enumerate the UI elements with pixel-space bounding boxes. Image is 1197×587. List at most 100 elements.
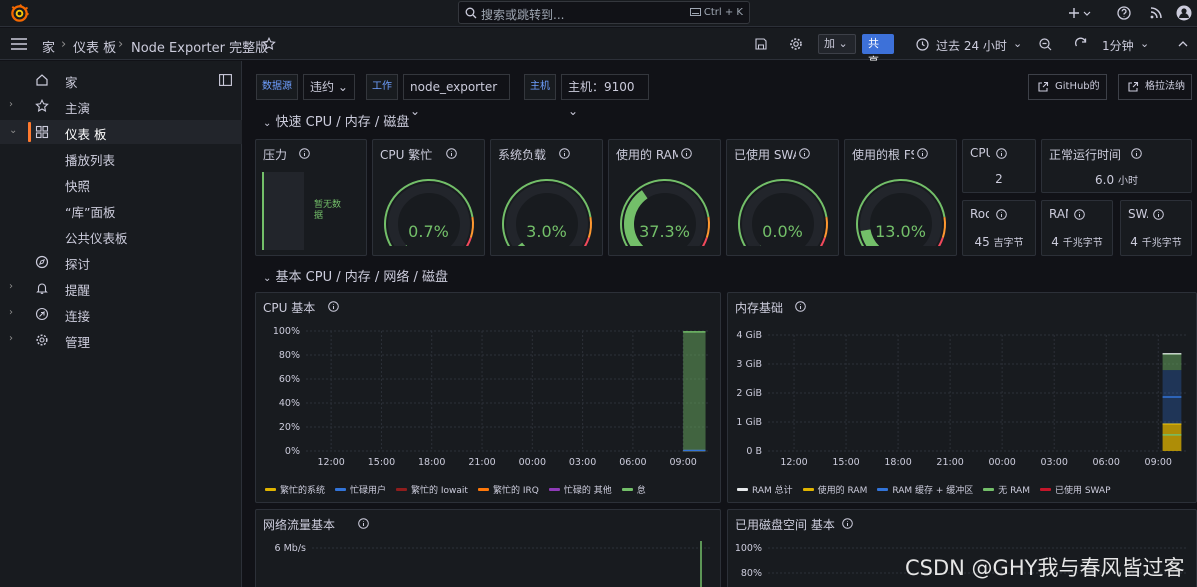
legend-item[interactable]: 繁忙的系统 bbox=[265, 483, 325, 496]
legend-item[interactable]: 怠 bbox=[621, 483, 646, 496]
legend-item[interactable]: 繁忙的 IRQ bbox=[477, 483, 539, 496]
info-icon[interactable] bbox=[917, 148, 928, 159]
sidebar-item-starred[interactable]: › 主演 bbox=[0, 94, 242, 118]
sidebar-item-explore[interactable]: 探讨 bbox=[0, 250, 242, 274]
sidebar-item-playlists[interactable]: 播放列表 bbox=[0, 146, 242, 170]
add-button[interactable]: 加 ⌄ bbox=[818, 34, 856, 54]
info-icon[interactable] bbox=[795, 301, 806, 312]
chevron-right-icon[interactable]: › bbox=[9, 333, 17, 345]
panel-stat-rootfs-total[interactable]: RootFS 45 吉字节 bbox=[962, 200, 1036, 256]
legend-label: RAM 缓存 + 缓冲区 bbox=[892, 486, 974, 496]
panel-memory-basic[interactable]: 内存基础 0 B 1 GiB 2 GiB 3 GiB 4 GiB 12:00 15:00 18… bbox=[727, 292, 1197, 503]
chevron-right-icon[interactable]: › bbox=[9, 307, 17, 319]
sidebar-item-administration[interactable]: › 管理 bbox=[0, 328, 242, 352]
panel-stat-ram-total[interactable]: RAM 4 千兆字节 bbox=[1041, 200, 1113, 256]
github-link-button[interactable]: GitHub的 bbox=[1028, 74, 1107, 100]
info-icon[interactable] bbox=[299, 148, 310, 159]
panel-gauge-cpu-busy[interactable]: CPU 繁忙 0.7% bbox=[372, 139, 485, 256]
datasource-variable-label: 数据源 bbox=[256, 74, 298, 100]
legend-item[interactable]: 忙碌用户 bbox=[335, 483, 386, 496]
chevron-up-icon[interactable] bbox=[1177, 38, 1189, 50]
chevron-down-icon[interactable] bbox=[1082, 5, 1092, 21]
breadcrumb-home[interactable]: 家 bbox=[42, 37, 55, 56]
panel-stat-uptime[interactable]: 正常运行时间 6.0 小时 bbox=[1041, 139, 1192, 193]
dashboard-content: 数据源 违约 ⌄ 工作 node_exporter ⌄ 主机 主机：9100 ⌄… bbox=[243, 61, 1197, 587]
chevron-down-icon[interactable]: ⌄ bbox=[1140, 37, 1149, 50]
info-icon[interactable] bbox=[842, 518, 853, 529]
info-icon[interactable] bbox=[1153, 209, 1164, 220]
info-icon[interactable] bbox=[1074, 209, 1085, 220]
time-range-picker[interactable]: 过去 24 小时 bbox=[936, 37, 1007, 54]
info-icon[interactable] bbox=[328, 301, 339, 312]
info-icon[interactable] bbox=[681, 148, 692, 159]
legend-label: 繁忙的系统 bbox=[280, 486, 326, 496]
info-icon[interactable] bbox=[358, 518, 369, 529]
panel-title: 压力 bbox=[263, 148, 288, 162]
breadcrumb-dashboards[interactable]: 仪表 板 bbox=[73, 37, 116, 56]
sidebar-item-public-dashboards[interactable]: 公共仪表板 bbox=[0, 224, 242, 248]
info-icon[interactable] bbox=[996, 148, 1007, 159]
panel-gauge-swap-used[interactable]: 已使用 SWAP 0.0% bbox=[726, 139, 839, 256]
refresh-icon[interactable] bbox=[1074, 37, 1088, 51]
info-icon[interactable] bbox=[559, 148, 570, 159]
row-header-quick[interactable]: ⌄ 快速 CPU / 内存 / 磁盘 bbox=[263, 111, 409, 130]
info-icon[interactable] bbox=[1131, 148, 1142, 159]
plus-icon[interactable] bbox=[1066, 5, 1082, 21]
row-header-basic[interactable]: ⌄ 基本 CPU / 内存 / 网络 / 磁盘 bbox=[263, 266, 448, 285]
host-select[interactable]: 主机：9100 ⌄ bbox=[561, 74, 649, 118]
gear-icon[interactable] bbox=[789, 37, 803, 51]
grafana-link-button[interactable]: 格拉法纳 bbox=[1118, 74, 1192, 100]
legend-swatch bbox=[877, 488, 889, 491]
job-select[interactable]: node_exporter ⌄ bbox=[403, 74, 510, 118]
chevron-down-icon[interactable]: ⌄ bbox=[1013, 37, 1022, 50]
panel-gauge-root-fs[interactable]: 使用的根 FS 13.0% bbox=[844, 139, 957, 256]
info-icon[interactable] bbox=[446, 148, 457, 159]
y-tick-label: 3 GiB bbox=[736, 359, 762, 370]
legend-item[interactable]: 忙碌的 其他 bbox=[548, 483, 612, 496]
panel-stat-cpu-cores[interactable]: CPU 2 bbox=[962, 139, 1036, 193]
legend-item[interactable]: 已使用 SWAP bbox=[1039, 483, 1111, 496]
search-shortcut-text: Ctrl + K bbox=[703, 7, 743, 18]
search-input[interactable]: 搜索或跳转到... Ctrl + K bbox=[458, 1, 750, 24]
sidebar-item-home[interactable]: 家 bbox=[0, 68, 242, 92]
sidebar-item-dashboards[interactable]: ⌄ 仪表 板 bbox=[0, 120, 242, 144]
share-button[interactable]: 共享 bbox=[862, 34, 894, 68]
legend-swatch bbox=[737, 488, 748, 491]
grafana-logo-icon[interactable] bbox=[10, 4, 29, 23]
panel-gauge-system-load[interactable]: 系统负载 3.0% bbox=[490, 139, 603, 256]
info-icon[interactable] bbox=[799, 148, 810, 159]
rss-icon[interactable] bbox=[1148, 5, 1164, 21]
legend-item[interactable]: 无 RAM bbox=[983, 483, 1030, 496]
zoom-out-icon[interactable] bbox=[1039, 38, 1052, 51]
datasource-select[interactable]: 违约 ⌄ bbox=[303, 74, 355, 100]
chevron-right-icon[interactable]: › bbox=[9, 281, 17, 293]
legend-item[interactable]: RAM 缓存 + 缓冲区 bbox=[877, 483, 973, 496]
help-icon[interactable] bbox=[1116, 5, 1132, 21]
chevron-right-icon[interactable]: › bbox=[9, 99, 17, 111]
user-avatar-icon[interactable] bbox=[1176, 5, 1192, 21]
legend-item[interactable]: 繁忙的 Iowait bbox=[396, 483, 468, 496]
chevron-down-icon[interactable]: ⌄ bbox=[9, 125, 17, 137]
panel-stat-swap-total[interactable]: SWAP 4 千兆字节 bbox=[1120, 200, 1192, 256]
legend-item[interactable]: 使用的 RAM bbox=[802, 483, 867, 496]
panel-network-basic[interactable]: 网络流量基本 6 Mb/s bbox=[255, 509, 721, 587]
sidebar-item-snapshots[interactable]: 快照 bbox=[0, 172, 242, 196]
legend-item[interactable]: RAM 总计 bbox=[737, 483, 793, 496]
refresh-interval-picker[interactable]: 1分钟 bbox=[1102, 37, 1134, 54]
network-basic-chart: 6 Mb/s bbox=[275, 541, 710, 587]
save-icon[interactable] bbox=[754, 37, 768, 51]
panel-gauge-ram-used[interactable]: 使用的 RAM 37.3% bbox=[608, 139, 721, 256]
bell-icon bbox=[36, 283, 48, 294]
panel-pressure[interactable]: 压力 暂无数据 bbox=[255, 139, 367, 256]
panel-cpu-basic[interactable]: CPU 基本 0% 20% 40% 60% 80% 100% 12:00 15:00 18:00… bbox=[255, 292, 721, 503]
legend-label: 怠 bbox=[636, 486, 646, 496]
info-icon[interactable] bbox=[996, 209, 1007, 220]
legend-swatch bbox=[1039, 488, 1051, 491]
star-icon[interactable] bbox=[262, 37, 276, 51]
sidebar-item-library-panels[interactable]: “库”面板 bbox=[0, 198, 242, 222]
sidebar-item-connections[interactable]: › 连接 bbox=[0, 302, 242, 326]
menu-icon[interactable] bbox=[11, 38, 27, 50]
panel-title: RootFS bbox=[970, 207, 989, 221]
y-tick-label: 100% bbox=[273, 326, 300, 337]
sidebar-item-alerting[interactable]: › 提醒 bbox=[0, 276, 242, 300]
